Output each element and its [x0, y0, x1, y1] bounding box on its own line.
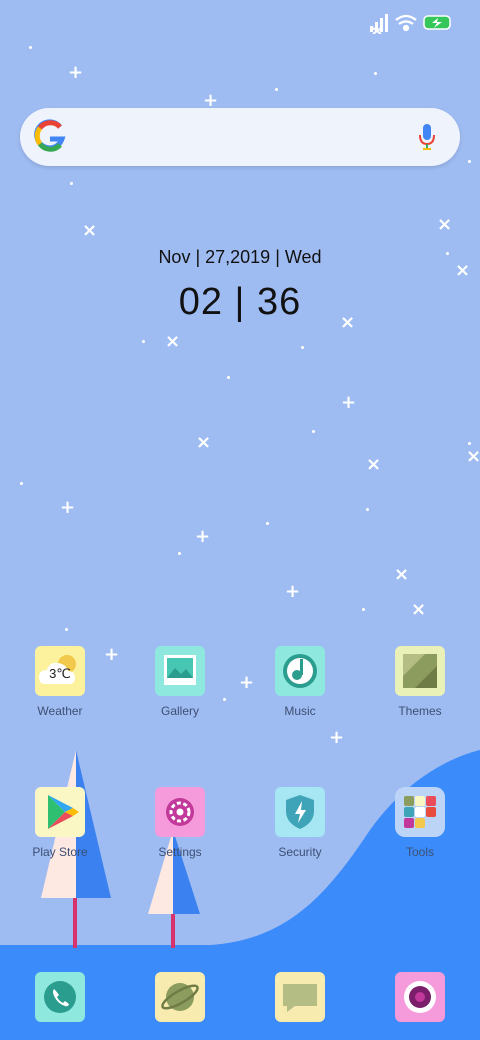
app-settings[interactable]: Settings	[130, 787, 230, 859]
themes-icon	[395, 646, 445, 696]
app-label: Weather	[37, 704, 83, 718]
phone-icon[interactable]	[35, 972, 85, 1022]
app-themes[interactable]: Themes	[370, 646, 470, 718]
tools-folder-icon	[395, 787, 445, 837]
clock-date[interactable]: Nov | 27,2019 | Wed	[0, 247, 480, 268]
settings-icon	[155, 787, 205, 837]
browser-icon[interactable]	[155, 972, 205, 1022]
weather-icon: 3℃	[35, 646, 85, 696]
app-gallery[interactable]: Gallery	[130, 646, 230, 718]
gallery-icon	[155, 646, 205, 696]
app-tools-folder[interactable]: Tools	[370, 787, 470, 859]
app-music[interactable]: Music	[250, 646, 350, 718]
app-label: Tools	[405, 845, 434, 859]
wifi-icon	[395, 14, 417, 32]
app-play-store[interactable]: Play Store	[10, 787, 110, 859]
clock-time[interactable]: 02 | 36	[0, 281, 480, 324]
status-icons	[370, 14, 451, 35]
google-search-bar[interactable]	[20, 108, 460, 166]
app-label: Security	[278, 845, 322, 859]
battery-charging-icon	[423, 15, 451, 30]
weather-temp: 3℃	[49, 666, 71, 681]
app-label: Themes	[398, 704, 442, 718]
status-bar	[368, 12, 454, 39]
signal-icon	[370, 14, 388, 35]
app-label: Play Store	[32, 845, 88, 859]
camera-icon[interactable]	[395, 972, 445, 1022]
security-icon	[275, 787, 325, 837]
dock	[0, 944, 480, 1040]
app-label: Gallery	[160, 704, 199, 718]
messages-icon[interactable]	[275, 972, 325, 1022]
music-icon	[275, 646, 325, 696]
microphone-icon[interactable]	[418, 123, 436, 151]
app-label: Settings	[158, 845, 202, 859]
app-weather[interactable]: 3℃ Weather	[10, 646, 110, 718]
google-logo-icon	[34, 119, 66, 153]
app-label: Music	[284, 704, 316, 718]
app-security[interactable]: Security	[250, 787, 350, 859]
play-store-icon	[35, 787, 85, 837]
